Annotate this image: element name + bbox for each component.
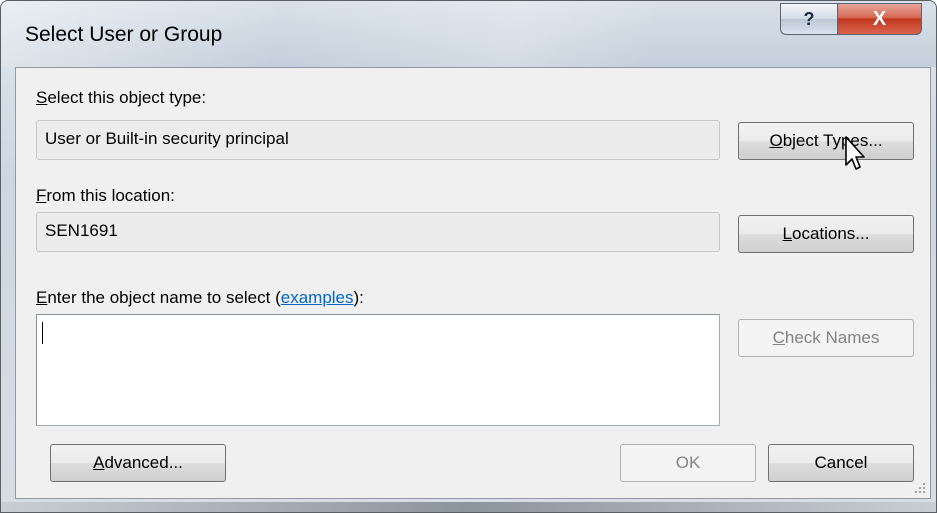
close-button[interactable]: X: [838, 3, 922, 35]
cancel-button[interactable]: Cancel: [768, 444, 914, 482]
caption-buttons: ? X: [780, 3, 922, 35]
help-button[interactable]: ?: [780, 3, 838, 35]
advanced-button[interactable]: Advanced...: [50, 444, 226, 482]
ok-button[interactable]: OK: [620, 444, 756, 482]
location-field: SEN1691: [36, 212, 720, 252]
object-type-label: Select this object type:: [36, 88, 207, 107]
title-bar[interactable]: Select User or Group ? X: [1, 1, 936, 67]
object-name-label: Enter the object name to select (example…: [36, 288, 364, 307]
resize-grip-icon[interactable]: [914, 482, 926, 494]
object-name-input[interactable]: [36, 314, 720, 426]
locations-button[interactable]: Locations...: [738, 215, 914, 253]
close-icon: X: [872, 7, 887, 30]
object-type-field: User or Built-in security principal: [36, 120, 720, 160]
help-icon: ?: [803, 8, 815, 29]
location-label: From this location:: [36, 186, 175, 205]
examples-link[interactable]: examples: [281, 288, 354, 307]
window-title: Select User or Group: [25, 23, 223, 46]
dialog-window: Select User or Group ? X Select this obj…: [0, 0, 937, 513]
dialog-body: Select this object type: User or Built-i…: [15, 67, 931, 499]
text-caret: [42, 322, 43, 344]
check-names-button[interactable]: Check Names: [738, 319, 914, 357]
mouse-pointer-icon: [845, 136, 865, 170]
object-types-button[interactable]: Object Types...: [738, 122, 914, 160]
